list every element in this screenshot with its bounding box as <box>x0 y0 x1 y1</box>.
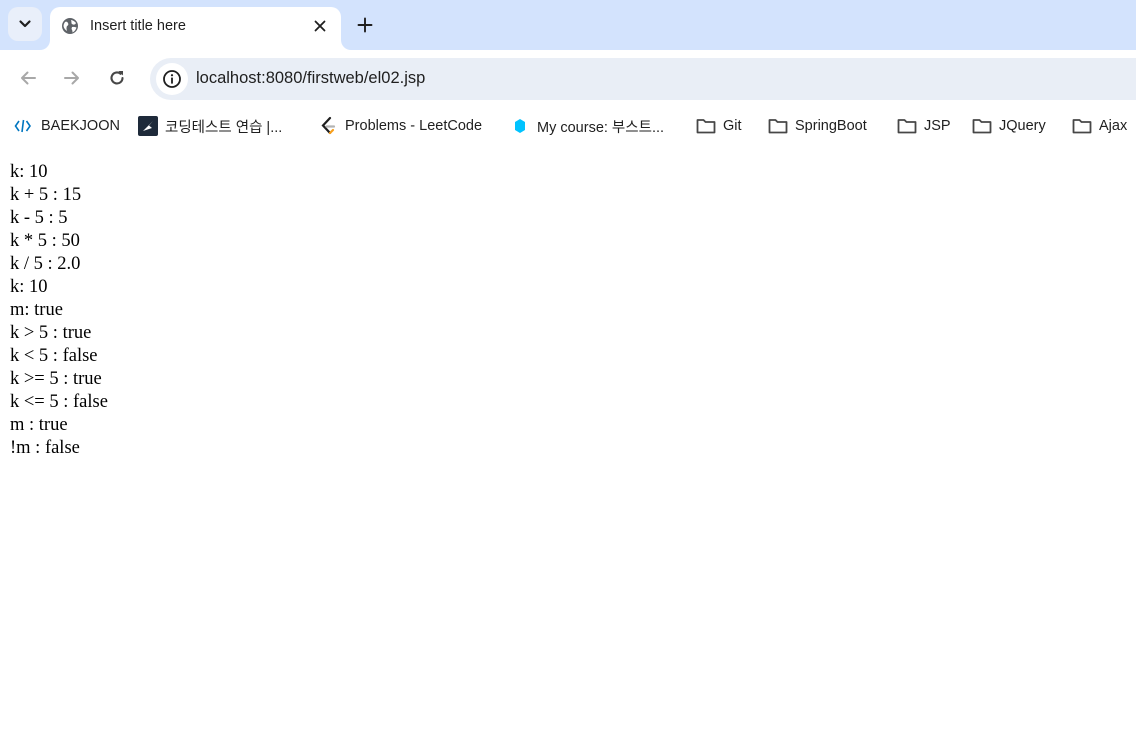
leetcode-icon <box>318 116 338 136</box>
page-content: k: 10 k + 5 : 15 k - 5 : 5 k * 5 : 50 k … <box>10 161 108 460</box>
bookmark-label: Git <box>723 118 742 134</box>
output-line: k / 5 : 2.0 <box>10 254 81 274</box>
output-line: k: 10 <box>10 162 48 182</box>
arrow-right-icon <box>64 71 79 85</box>
url-text: localhost:8080/firstweb/el02.jsp <box>196 69 426 87</box>
reload-button[interactable] <box>103 64 131 92</box>
globe-icon <box>62 18 78 34</box>
tab-title: Insert title here <box>90 18 186 34</box>
bookmark-folder-git[interactable]: Git <box>696 115 742 137</box>
tab-strip: Insert title here <box>0 0 1136 50</box>
boostcourse-icon <box>510 116 530 136</box>
bookmark-label: 코딩테스트 연습 |... <box>165 119 283 136</box>
output-line: k * 5 : 50 <box>10 231 80 251</box>
output-line: m: true <box>10 300 63 320</box>
output-line: k <= 5 : false <box>10 392 108 412</box>
baekjoon-icon <box>14 116 34 136</box>
folder-icon <box>897 116 917 136</box>
address-bar[interactable]: localhost:8080/firstweb/el02.jsp <box>150 58 1136 100</box>
chevron-down-icon <box>19 20 31 28</box>
tab-close-button[interactable] <box>308 14 332 38</box>
bookmarks-bar: BAEKJOON 코딩테스트 연습 |... Problems - LeetCo… <box>0 106 1136 146</box>
bookmark-folder-springboot[interactable]: SpringBoot <box>768 115 867 137</box>
bookmark-boostcourse[interactable]: My course: 부스트... <box>510 115 664 137</box>
site-info-button[interactable] <box>156 63 188 95</box>
bookmark-programmers[interactable]: 코딩테스트 연습 |... <box>138 115 282 137</box>
new-tab-button[interactable] <box>352 12 378 38</box>
bookmark-label: Ajax <box>1099 118 1128 134</box>
info-icon <box>163 70 181 88</box>
folder-icon <box>696 116 716 136</box>
browser-toolbar: localhost:8080/firstweb/el02.jsp <box>0 50 1136 106</box>
bookmark-label: Problems - LeetCode <box>345 118 483 134</box>
bookmark-label: JQuery <box>999 118 1046 134</box>
folder-icon <box>972 116 992 136</box>
forward-button[interactable] <box>58 64 86 92</box>
folder-icon <box>768 116 788 136</box>
output-line: k > 5 : true <box>10 323 92 343</box>
bookmark-leetcode[interactable]: Problems - LeetCode <box>318 115 482 137</box>
bookmark-folder-ajax[interactable]: Ajax <box>1072 115 1127 137</box>
bookmark-label: JSP <box>924 118 951 134</box>
bookmark-label: SpringBoot <box>795 118 867 134</box>
folder-icon <box>1072 116 1092 136</box>
output-line: m : true <box>10 415 68 435</box>
output-line: k - 5 : 5 <box>10 208 68 228</box>
plus-icon <box>357 17 373 33</box>
bookmark-label: My course: 부스트... <box>537 119 665 136</box>
output-line: k < 5 : false <box>10 346 98 366</box>
output-line: !m : false <box>10 438 80 458</box>
bookmark-label: BAEKJOON <box>41 118 120 134</box>
bookmark-folder-jsp[interactable]: JSP <box>897 115 951 137</box>
output-line: k >= 5 : true <box>10 369 102 389</box>
output-line: k: 10 <box>10 277 48 297</box>
programmers-icon <box>138 116 158 136</box>
bookmark-baekjoon[interactable]: BAEKJOON <box>14 115 120 137</box>
arrow-left-icon <box>21 71 36 85</box>
close-icon <box>314 20 326 32</box>
active-tab[interactable]: Insert title here <box>50 7 341 50</box>
bookmark-folder-jquery[interactable]: JQuery <box>972 115 1046 137</box>
back-button[interactable] <box>14 64 42 92</box>
tab-search-button[interactable] <box>8 7 42 41</box>
output-line: k + 5 : 15 <box>10 185 82 205</box>
reload-icon <box>110 71 124 85</box>
